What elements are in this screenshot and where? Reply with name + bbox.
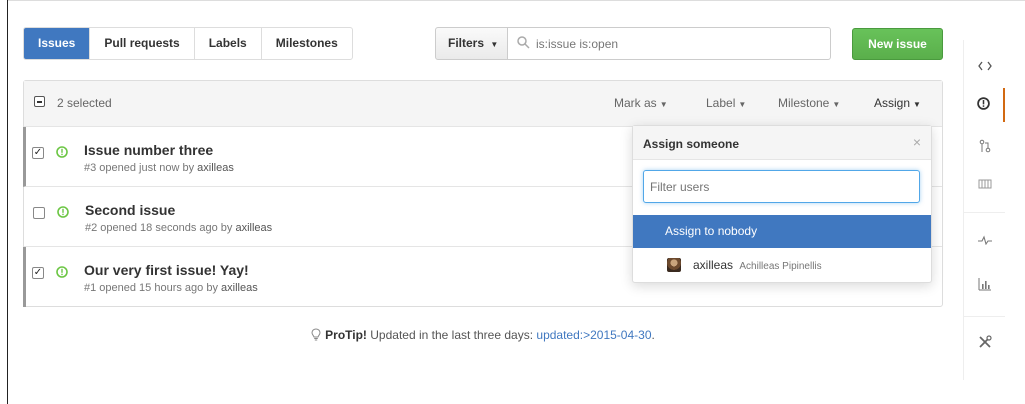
issue-opened-icon <box>56 146 68 161</box>
filter-users-input[interactable] <box>644 171 919 202</box>
assignee-full-name: Achilleas Pipinellis <box>739 261 822 272</box>
assignee-option[interactable]: axilleas Achilleas Pipinellis <box>633 248 931 282</box>
milestone-menu[interactable]: Milestone ▼ <box>778 96 840 110</box>
issue-meta: #2 opened 18 seconds ago by axilleas <box>85 222 273 234</box>
issue-checkbox[interactable]: ✓ <box>32 267 44 279</box>
light-bulb-icon <box>311 328 321 344</box>
label-menu[interactable]: Label ▼ <box>706 96 746 110</box>
wiki-icon <box>978 178 992 192</box>
dropdown-header: Assign someone × <box>633 126 931 160</box>
sidebar-item-pull-requests[interactable] <box>964 130 1005 164</box>
issue-title[interactable]: Our very first issue! Yay! <box>84 262 249 278</box>
sidebar-item-pulse[interactable] <box>964 224 1005 258</box>
caret-down-icon: ▼ <box>913 100 921 109</box>
tab-labels[interactable]: Labels <box>193 28 261 59</box>
sidebar-item-settings[interactable] <box>964 326 1005 360</box>
close-icon[interactable]: × <box>913 134 921 150</box>
code-icon <box>977 60 992 74</box>
issue-title[interactable]: Issue number three <box>84 142 213 158</box>
pulse-icon <box>977 234 992 248</box>
assign-to-nobody-option[interactable]: Assign to nobody <box>633 215 931 248</box>
assignee-login: axilleas <box>693 258 734 272</box>
subnav-tabs: Issues Pull requests Labels Milestones <box>23 27 353 60</box>
sidebar-item-wiki[interactable] <box>964 168 1005 202</box>
filter-users-field[interactable] <box>643 170 920 203</box>
avatar <box>667 258 681 272</box>
issue-checkbox[interactable]: ✓ <box>32 147 44 159</box>
issue-opened-icon <box>56 266 68 281</box>
mark-as-menu[interactable]: Mark as ▼ <box>614 96 668 110</box>
assign-dropdown: Assign someone × Assign to nobody axille… <box>632 125 932 283</box>
sidebar-item-issues[interactable] <box>964 88 1005 122</box>
assign-menu[interactable]: Assign ▼ <box>874 96 921 110</box>
repo-sidebar <box>963 40 1005 380</box>
list-header: 2 selected Mark as ▼ Label ▼ Milestone ▼ As… <box>24 81 942 127</box>
graph-icon <box>978 277 992 294</box>
issue-meta: #3 opened just now by axilleas <box>84 162 234 174</box>
issue-author-link[interactable]: axilleas <box>235 222 272 234</box>
select-all-checkbox[interactable] <box>34 96 45 107</box>
caret-down-icon: ▼ <box>490 40 499 49</box>
issue-author-link[interactable]: axilleas <box>221 282 258 294</box>
search-input[interactable] <box>536 34 816 54</box>
issue-opened-icon <box>977 97 990 113</box>
sidebar-divider <box>964 212 1005 213</box>
settings-icon <box>977 334 993 353</box>
new-issue-button[interactable]: New issue <box>852 28 943 60</box>
filters-button[interactable]: Filters ▼ <box>435 27 508 60</box>
sidebar-divider <box>964 316 1005 317</box>
protip: ProTip! Updated in the last three days: … <box>0 328 966 344</box>
filters-label: Filters <box>448 36 485 50</box>
dropdown-title: Assign someone <box>643 137 740 151</box>
selected-count: 2 selected <box>57 96 112 110</box>
pull-request-icon <box>979 139 991 156</box>
sidebar-item-graphs[interactable] <box>964 268 1005 302</box>
caret-down-icon: ▼ <box>659 100 668 109</box>
search-icon <box>517 36 530 52</box>
issue-checkbox[interactable] <box>33 207 45 219</box>
issue-opened-icon <box>57 206 69 221</box>
sidebar-item-code[interactable] <box>964 50 1005 84</box>
caret-down-icon: ▼ <box>738 100 747 109</box>
issue-title[interactable]: Second issue <box>85 202 175 218</box>
issue-author-link[interactable]: axilleas <box>197 162 234 174</box>
tab-milestones[interactable]: Milestones <box>260 28 352 59</box>
tab-issues[interactable]: Issues <box>24 28 90 59</box>
search-box[interactable] <box>507 27 831 60</box>
tab-pull-requests[interactable]: Pull requests <box>89 28 193 59</box>
issue-meta: #1 opened 15 hours ago by axilleas <box>84 282 258 294</box>
protip-label: ProTip! <box>325 328 367 342</box>
caret-down-icon: ▼ <box>832 100 841 109</box>
protip-text: Updated in the last three days: <box>370 328 534 342</box>
protip-link[interactable]: updated:>2015-04-30 <box>536 328 651 342</box>
